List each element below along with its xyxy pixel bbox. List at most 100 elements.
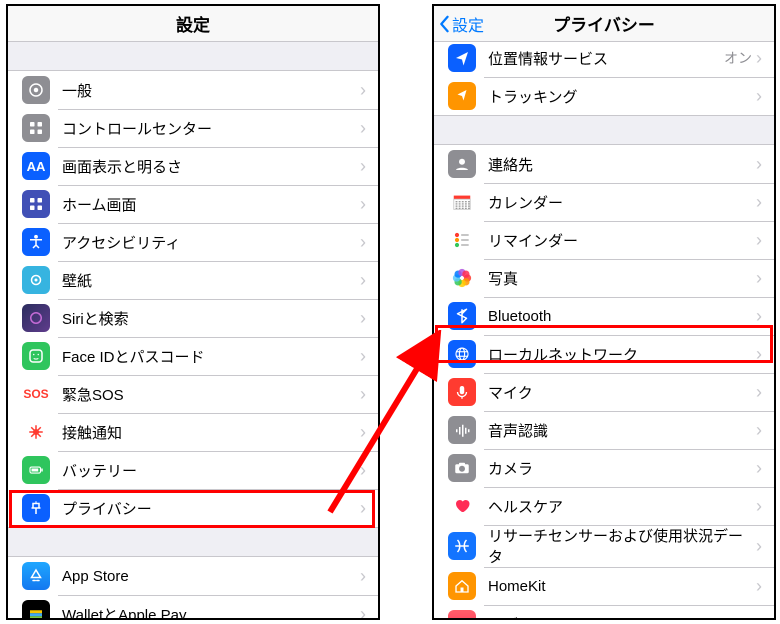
chevron-right-icon: ›	[360, 233, 378, 251]
row-label: アクセシビリティ	[62, 232, 360, 253]
row-label: 音声認識	[488, 420, 756, 441]
chevron-right-icon: ›	[360, 423, 378, 441]
display-icon: AA	[22, 152, 62, 180]
privacy-list[interactable]: 位置情報サービスオン›トラッキング› 連絡先›カレンダー›リマインダー›写真›B…	[434, 42, 774, 618]
chevron-right-icon: ›	[756, 49, 774, 67]
privacy-row-speech[interactable]: 音声認識›	[434, 411, 774, 449]
privacy-row-calendar[interactable]: カレンダー›	[434, 183, 774, 221]
row-label: カレンダー	[488, 192, 756, 213]
chevron-right-icon: ›	[360, 309, 378, 327]
settings-row-wallet[interactable]: WalletとApple Pay›	[8, 595, 378, 618]
row-label: リサーチセンサーおよび使用状況データ	[488, 525, 756, 567]
chevron-right-icon: ›	[360, 81, 378, 99]
homekit-icon	[448, 572, 488, 600]
access-icon	[22, 228, 62, 256]
settings-row-access[interactable]: アクセシビリティ›	[8, 223, 378, 261]
row-label: WalletとApple Pay	[62, 604, 360, 619]
privacy-row-photos[interactable]: 写真›	[434, 259, 774, 297]
chevron-right-icon: ›	[756, 421, 774, 439]
control-icon	[22, 114, 62, 142]
wallet-icon	[22, 600, 62, 618]
row-label: Bluetooth	[488, 308, 756, 325]
chevron-right-icon: ›	[756, 383, 774, 401]
settings-row-battery[interactable]: バッテリー›	[8, 451, 378, 489]
wallpaper-icon	[22, 266, 62, 294]
privacy-icon	[22, 494, 62, 522]
privacy-screen: 設定 プライバシー 位置情報サービスオン›トラッキング› 連絡先›カレンダー›リ…	[432, 4, 776, 620]
back-button[interactable]: 設定	[438, 6, 484, 41]
privacy-row-homekit[interactable]: HomeKit›	[434, 567, 774, 605]
camera-icon	[448, 454, 488, 482]
nav-title: 設定	[176, 11, 210, 36]
settings-list[interactable]: 一般›コントロールセンター›AA画面表示と明るさ›ホーム画面›アクセシビリティ›…	[8, 42, 378, 618]
navbar-privacy: 設定 プライバシー	[434, 6, 774, 42]
contacts-icon	[448, 150, 488, 178]
chevron-left-icon	[438, 15, 450, 33]
speech-icon	[448, 416, 488, 444]
settings-row-sos[interactable]: SOS緊急SOS›	[8, 375, 378, 413]
settings-row-privacy[interactable]: プライバシー›	[8, 489, 378, 527]
music-icon	[448, 610, 488, 618]
settings-row-faceid[interactable]: Face IDとパスコード›	[8, 337, 378, 375]
chevron-right-icon: ›	[756, 577, 774, 595]
row-label: 連絡先	[488, 154, 756, 175]
privacy-row-bluetooth[interactable]: Bluetooth›	[434, 297, 774, 335]
chevron-right-icon: ›	[360, 347, 378, 365]
chevron-right-icon: ›	[360, 271, 378, 289]
chevron-right-icon: ›	[360, 385, 378, 403]
chevron-right-icon: ›	[756, 269, 774, 287]
chevron-right-icon: ›	[360, 567, 378, 585]
sos-icon: SOS	[22, 380, 62, 408]
settings-row-siri[interactable]: Siriと検索›	[8, 299, 378, 337]
privacy-row-research[interactable]: リサーチセンサーおよび使用状況データ›	[434, 525, 774, 567]
bluetooth-icon	[448, 302, 488, 330]
chevron-right-icon: ›	[360, 195, 378, 213]
settings-row-wallpaper[interactable]: 壁紙›	[8, 261, 378, 299]
faceid-icon	[22, 342, 62, 370]
chevron-right-icon: ›	[360, 157, 378, 175]
photos-icon	[448, 264, 488, 292]
reminders-icon	[448, 226, 488, 254]
row-label: マイク	[488, 382, 756, 403]
privacy-row-mic[interactable]: マイク›	[434, 373, 774, 411]
chevron-right-icon: ›	[756, 307, 774, 325]
navbar-settings: 設定	[8, 6, 378, 42]
row-detail: オン	[724, 48, 752, 68]
chevron-right-icon: ›	[756, 231, 774, 249]
row-label: ローカルネットワーク	[488, 344, 756, 365]
settings-row-general[interactable]: 一般›	[8, 71, 378, 109]
back-label: 設定	[452, 12, 484, 36]
settings-row-control[interactable]: コントロールセンター›	[8, 109, 378, 147]
settings-row-exposure[interactable]: 接触通知›	[8, 413, 378, 451]
nav-title: プライバシー	[553, 11, 655, 36]
privacy-row-camera[interactable]: カメラ›	[434, 449, 774, 487]
settings-screen: 設定 一般›コントロールセンター›AA画面表示と明るさ›ホーム画面›アクセシビリ…	[6, 4, 380, 620]
settings-row-home[interactable]: ホーム画面›	[8, 185, 378, 223]
privacy-row-reminders[interactable]: リマインダー›	[434, 221, 774, 259]
privacy-row-tracking[interactable]: トラッキング›	[434, 77, 774, 115]
row-label: プライバシー	[62, 498, 360, 519]
privacy-row-health[interactable]: ヘルスケア›	[434, 487, 774, 525]
chevron-right-icon: ›	[756, 459, 774, 477]
privacy-row-location[interactable]: 位置情報サービスオン›	[434, 42, 774, 77]
row-label: Face IDとパスコード	[62, 346, 360, 367]
row-label: 写真	[488, 268, 756, 289]
row-label: 位置情報サービス	[488, 48, 724, 69]
settings-row-display[interactable]: AA画面表示と明るさ›	[8, 147, 378, 185]
privacy-row-music[interactable]: メディアとApple Music›	[434, 605, 774, 618]
row-label: 接触通知	[62, 422, 360, 443]
privacy-row-localnet[interactable]: ローカルネットワーク›	[434, 335, 774, 373]
health-icon	[448, 492, 488, 520]
settings-row-appstore[interactable]: App Store›	[8, 557, 378, 595]
row-label: 一般	[62, 80, 360, 101]
chevron-right-icon: ›	[756, 155, 774, 173]
row-label: ホーム画面	[62, 194, 360, 215]
exposure-icon	[22, 418, 62, 446]
privacy-row-contacts[interactable]: 連絡先›	[434, 145, 774, 183]
row-label: HomeKit	[488, 578, 756, 595]
row-label: バッテリー	[62, 460, 360, 481]
chevron-right-icon: ›	[756, 537, 774, 555]
appstore-icon	[22, 562, 62, 590]
row-label: 画面表示と明るさ	[62, 156, 360, 177]
row-label: ヘルスケア	[488, 496, 756, 517]
